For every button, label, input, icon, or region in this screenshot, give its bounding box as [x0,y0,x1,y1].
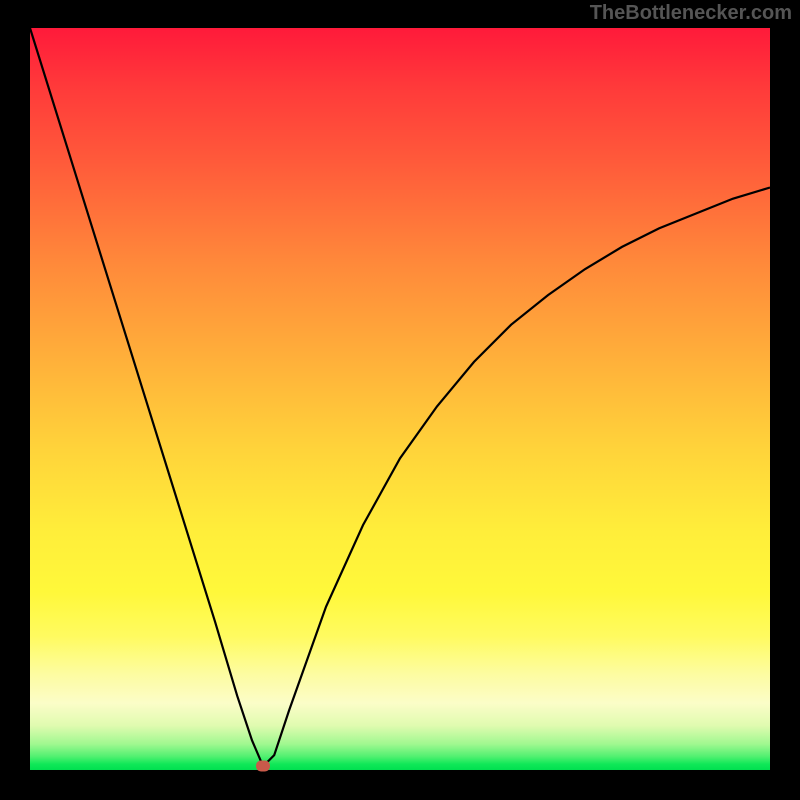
watermark-text: TheBottlenecker.com [590,2,792,25]
chart-container: TheBottlenecker.com [0,0,800,800]
bottleneck-curve [30,28,770,770]
optimal-point-marker [256,761,270,772]
